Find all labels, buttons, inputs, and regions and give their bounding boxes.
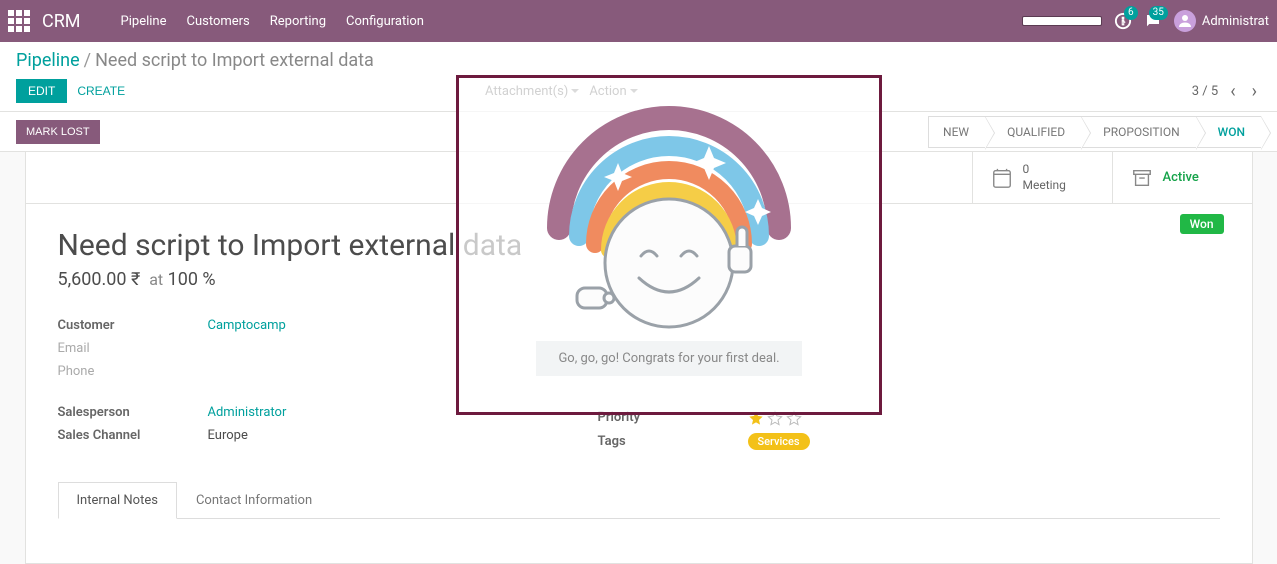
won-badge: Won [1180, 214, 1224, 234]
probability: 100 % [168, 269, 216, 290]
archive-icon [1131, 167, 1153, 189]
phone-label: Phone [58, 364, 208, 379]
nav-pipeline[interactable]: Pipeline [121, 14, 167, 29]
discuss-badge: 35 [1149, 6, 1168, 20]
email-label: Email [58, 341, 208, 356]
top-navbar: CRM Pipeline Customers Reporting Configu… [0, 0, 1277, 42]
channel-label: Sales Channel [58, 428, 208, 443]
congrats-message: Go, go, go! Congrats for your first deal… [536, 341, 801, 376]
meeting-count: 0 [1023, 162, 1066, 178]
mark-lost-button[interactable]: MARK LOST [16, 120, 100, 144]
tab-contact-info[interactable]: Contact Information [177, 482, 331, 519]
apps-icon[interactable] [8, 10, 30, 32]
stage-qualified[interactable]: QUALIFIED [985, 116, 1081, 148]
rainbow-man-icon [529, 98, 809, 328]
tags-label: Tags [598, 434, 748, 449]
pager-next[interactable]: › [1248, 81, 1261, 102]
nav-menu: Pipeline Customers Reporting Configurati… [121, 14, 424, 29]
tab-internal-notes[interactable]: Internal Notes [58, 482, 177, 519]
user-name: Administrat [1202, 14, 1269, 29]
discuss-icon[interactable]: 35 [1144, 12, 1162, 30]
edit-button[interactable]: EDIT [16, 79, 67, 103]
pager-prev[interactable]: ‹ [1226, 81, 1239, 102]
breadcrumb-current: Need script to Import external data [95, 50, 374, 71]
app-brand: CRM [42, 11, 81, 32]
meeting-stat-button[interactable]: 0 Meeting [972, 152, 1112, 203]
activity-badge: 6 [1124, 6, 1138, 20]
salesperson-label: Salesperson [58, 405, 208, 420]
meeting-label: Meeting [1023, 178, 1066, 194]
congrats-popup: Go, go, go! Congrats for your first deal… [456, 75, 882, 415]
activity-icon[interactable]: 6 [1114, 12, 1132, 30]
progress-indicator [1022, 16, 1102, 26]
active-stat-button[interactable]: Active [1112, 152, 1252, 203]
channel-value: Europe [208, 428, 248, 443]
calendar-icon [991, 167, 1013, 189]
breadcrumb: Pipeline / Need script to Import externa… [16, 50, 1261, 71]
customer-label: Customer [58, 318, 208, 333]
salesperson-value[interactable]: Administrator [208, 405, 287, 420]
stage-pipeline: NEW QUALIFIED PROPOSITION WON [928, 116, 1261, 148]
expected-revenue: 5,600.00 ₹ [58, 269, 141, 290]
breadcrumb-root[interactable]: Pipeline [16, 50, 80, 71]
at-label: at [149, 270, 163, 289]
nav-reporting[interactable]: Reporting [270, 14, 326, 29]
stage-proposition[interactable]: PROPOSITION [1081, 116, 1196, 148]
tag-services[interactable]: Services [748, 433, 810, 450]
create-button[interactable]: CREATE [77, 84, 125, 98]
nav-configuration[interactable]: Configuration [346, 14, 424, 29]
avatar-icon [1174, 10, 1196, 32]
customer-value[interactable]: Camptocamp [208, 318, 286, 333]
tabs: Internal Notes Contact Information [58, 481, 1220, 519]
breadcrumb-separator: / [84, 50, 91, 71]
stage-new[interactable]: NEW [928, 116, 985, 148]
active-label: Active [1163, 170, 1199, 185]
nav-customers[interactable]: Customers [186, 14, 249, 29]
user-menu[interactable]: Administrat [1174, 10, 1269, 32]
pager: 3 / 5 ‹ › [1192, 81, 1261, 102]
pager-position: 3 / 5 [1192, 84, 1218, 99]
